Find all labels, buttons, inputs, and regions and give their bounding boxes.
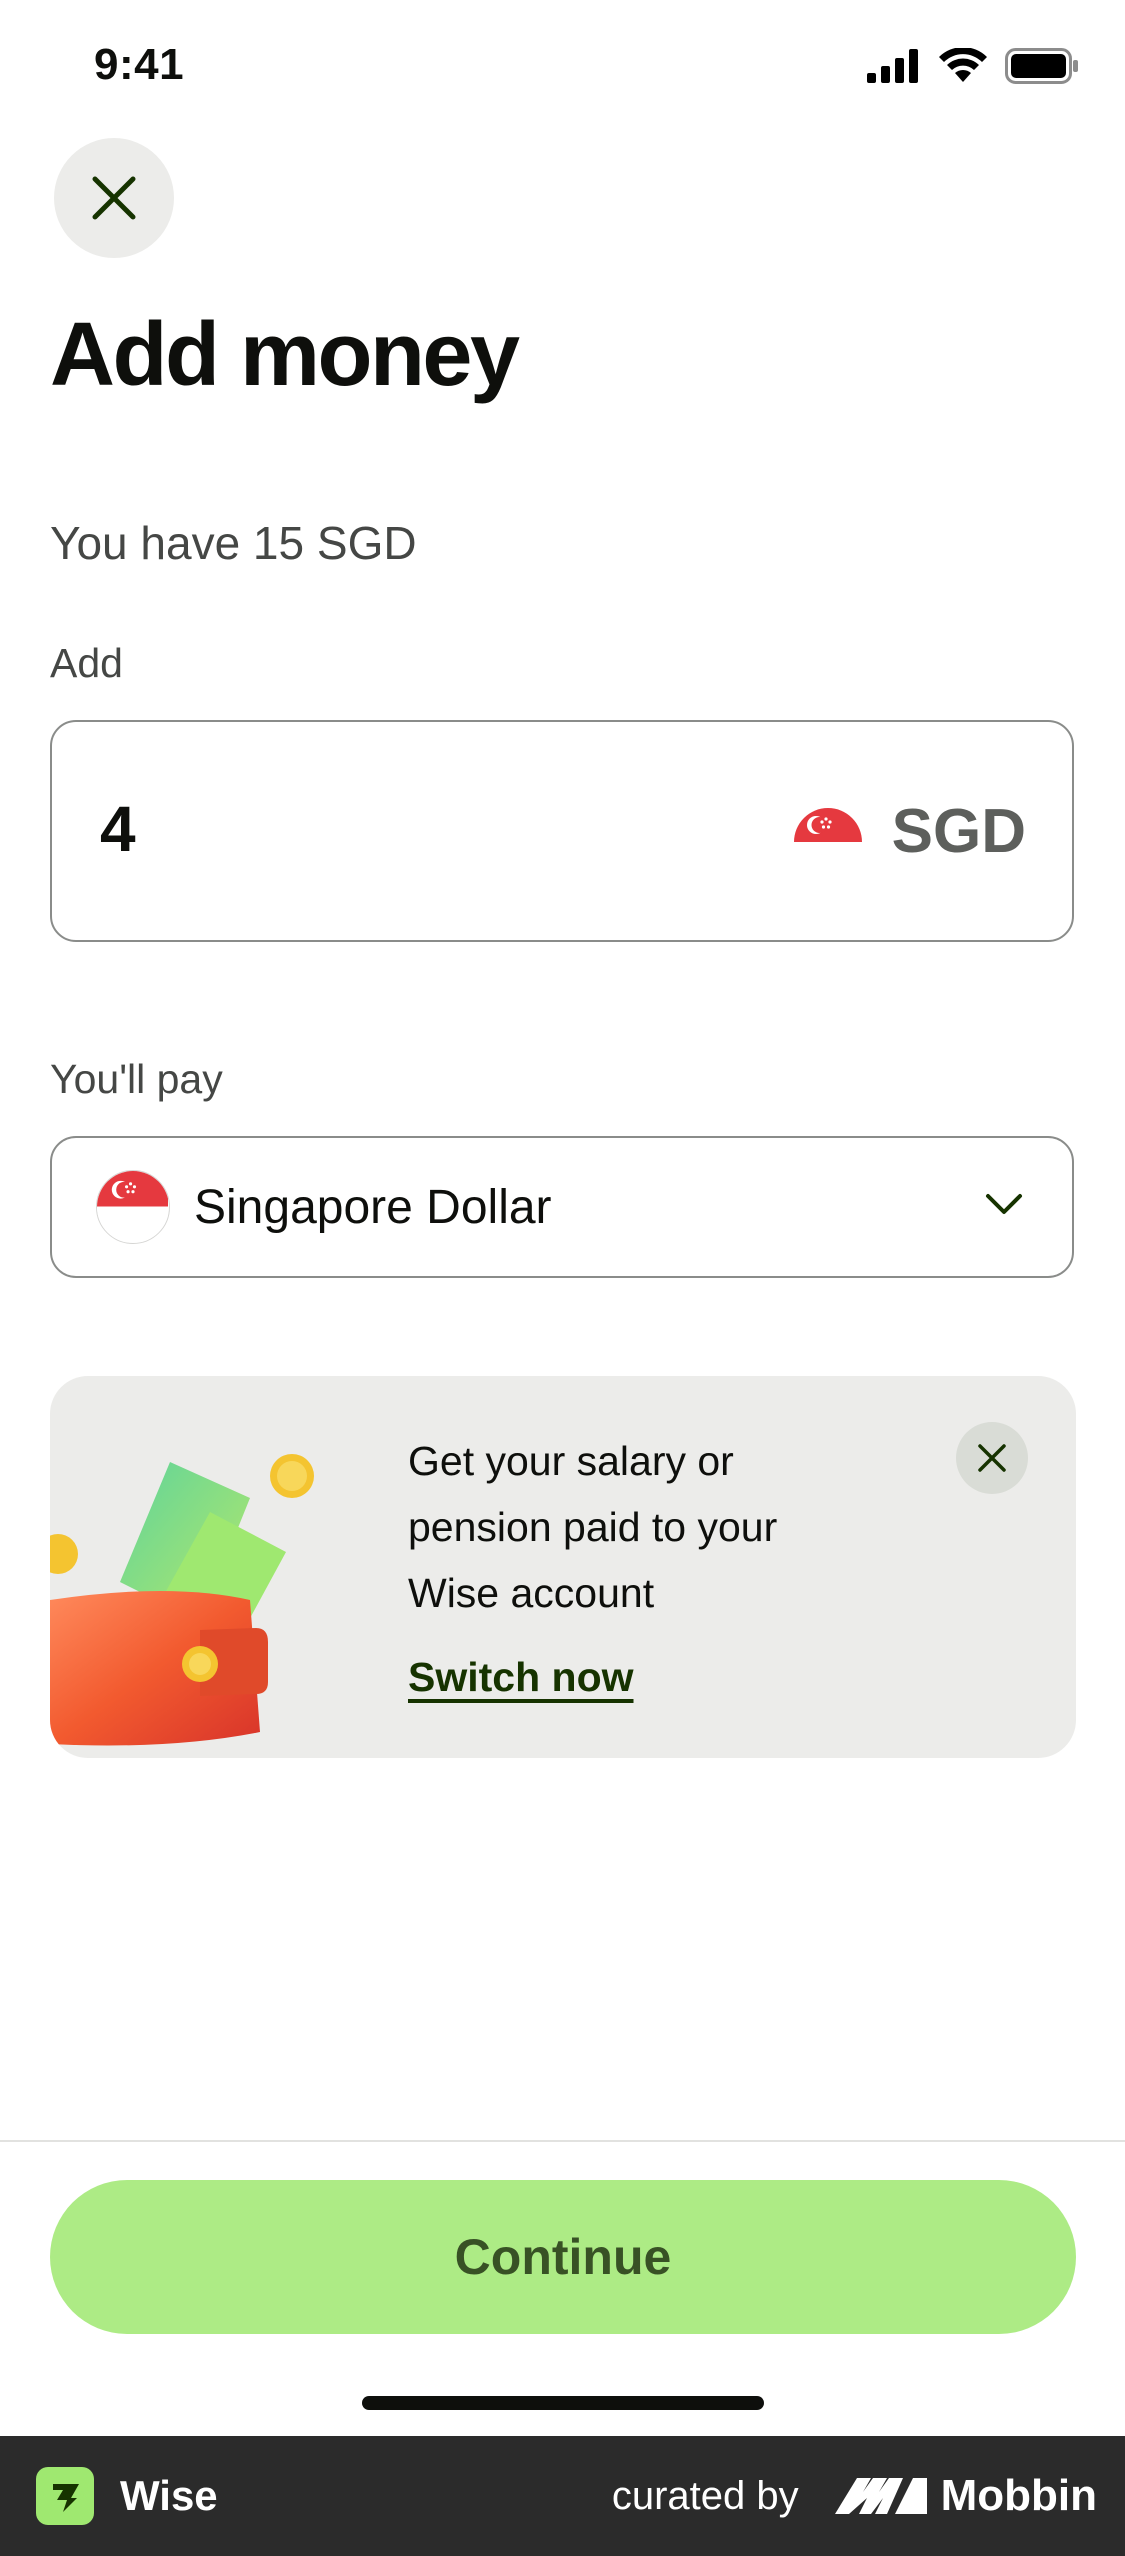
amount-value[interactable]: 4 (100, 792, 136, 866)
promo-card: Get your salary or pension paid to your … (50, 1376, 1076, 1758)
wifi-icon (939, 48, 987, 82)
close-button[interactable] (54, 138, 174, 258)
divider (0, 2140, 1125, 2142)
footer-bar: Wise curated by Mobbin (0, 2436, 1125, 2556)
status-icons (867, 48, 1079, 84)
curated-by-text: curated by (611, 2473, 799, 2518)
balance-text: You have 15 SGD (50, 517, 417, 569)
mobbin-mark-icon (834, 2478, 927, 2514)
close-icon (978, 1444, 1006, 1472)
promo-line-1: Get your salary or (408, 1438, 734, 1484)
promo-line-2: pension paid to your (408, 1504, 778, 1550)
curator-name: Mobbin (940, 2471, 1097, 2520)
singapore-flag-icon (794, 808, 863, 844)
page-title: Add money (50, 305, 520, 405)
signal-icon (867, 49, 918, 83)
add-label: Add (50, 640, 123, 686)
continue-button[interactable]: Continue (50, 2180, 1076, 2334)
chevron-down-icon (986, 1194, 1022, 1214)
amount-field[interactable]: 4 SGD (50, 720, 1074, 942)
footer-app-name: Wise (120, 2472, 218, 2519)
wise-logo-icon (36, 2467, 94, 2525)
promo-line-3: Wise account (408, 1570, 655, 1616)
wallet-illustration-icon (50, 1454, 314, 1746)
battery-icon (1005, 48, 1078, 84)
pay-label: You'll pay (50, 1056, 223, 1102)
close-icon (92, 176, 136, 220)
mobbin-logo: Mobbin (834, 2471, 1097, 2521)
currency-code[interactable]: SGD (892, 796, 1026, 867)
promo-text: Get your salary or pension paid to your … (408, 1428, 868, 1626)
status-time: 9:41 (94, 40, 185, 89)
selected-currency: Singapore Dollar (194, 1181, 552, 1234)
currency-select[interactable]: Singapore Dollar (50, 1136, 1074, 1278)
switch-now-link[interactable]: Switch now (408, 1654, 634, 1701)
home-indicator[interactable] (362, 2396, 764, 2410)
promo-close-button[interactable] (956, 1422, 1028, 1494)
singapore-flag-icon (96, 1170, 170, 1244)
